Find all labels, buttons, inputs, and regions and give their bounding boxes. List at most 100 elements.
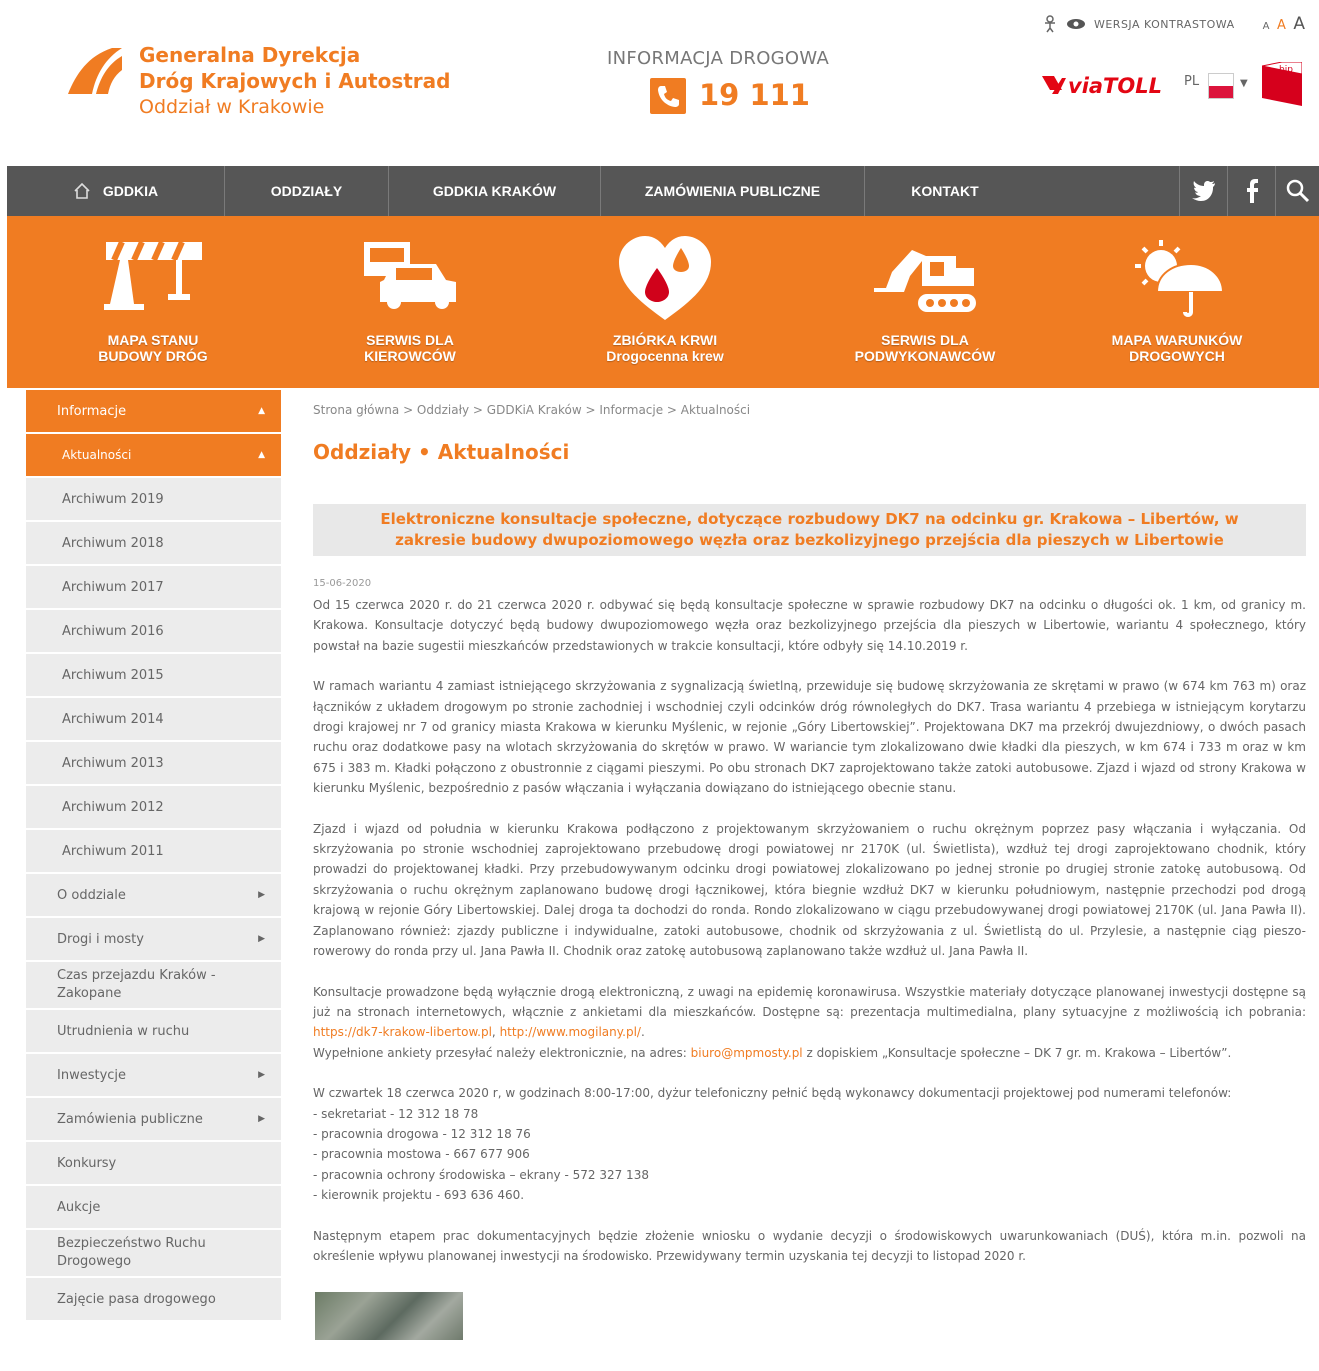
quick-link-mapa-warunkow[interactable]: MAPA WARUNKÓW DROGOWYCH: [1067, 216, 1287, 388]
font-size-small[interactable]: A: [1263, 21, 1270, 32]
quick-link-label: MAPA STANU BUDOWY DRÓG: [98, 332, 208, 364]
sidebar-item-label: Archiwum 2013: [62, 755, 164, 771]
facebook-icon[interactable]: [1227, 166, 1275, 216]
sidebar-item-konkursy[interactable]: Konkursy: [26, 1142, 281, 1186]
sidebar-item-bezpieczenstwo[interactable]: Bezpieczeństwo Ruchu Drogowego: [26, 1230, 281, 1278]
accessibility-icon[interactable]: [1042, 15, 1058, 33]
nav-item-kontakt[interactable]: KONTAKT: [865, 166, 1025, 216]
sidebar-item-zamowienia[interactable]: Zamówienia publiczne ▶: [26, 1098, 281, 1142]
sidebar-item-archiwum-2016[interactable]: Archiwum 2016: [26, 610, 281, 654]
sidebar-item-label: Archiwum 2018: [62, 535, 164, 551]
nav-item-label: GDDKIA KRAKÓW: [432, 183, 557, 199]
road-info-label: INFORMACJA DROGOWA: [607, 48, 830, 69]
org-name[interactable]: Generalna Dyrekcja Dróg Krajowych i Auto…: [139, 42, 450, 120]
sidebar-item-o-oddziale[interactable]: O oddziale ▶: [26, 874, 281, 918]
font-size-switcher: A A A: [1259, 14, 1305, 34]
sidebar-item-label: Archiwum 2015: [62, 667, 164, 683]
viatoll-text: viaTOLL: [1068, 74, 1162, 98]
phone-line: - pracownia mostowa - 667 677 906: [313, 1147, 530, 1162]
home-icon: [74, 182, 90, 199]
font-size-medium[interactable]: A: [1277, 18, 1286, 33]
sidebar-item-archiwum-2013[interactable]: Archiwum 2013: [26, 742, 281, 786]
sidebar-item-aukcje[interactable]: Aukcje: [26, 1186, 281, 1230]
sidebar-item-archiwum-2012[interactable]: Archiwum 2012: [26, 786, 281, 830]
sidebar-item-inwestycje[interactable]: Inwestycje ▶: [26, 1054, 281, 1098]
nav-icons: [1179, 166, 1319, 216]
paragraph: Następnym etapem prac dokumentacyjnych b…: [313, 1228, 1306, 1263]
nav-item-label: ZAMÓWIENIA PUBLICZNE: [644, 183, 821, 199]
sidebar-item-label: Informacje: [57, 403, 127, 419]
nav-item-oddzialy[interactable]: ODDZIAŁY: [225, 166, 389, 216]
sidebar-item-label: Aukcje: [57, 1199, 101, 1215]
article-aerial-image[interactable]: [315, 1292, 463, 1340]
sidebar-item-archiwum-2015[interactable]: Archiwum 2015: [26, 654, 281, 698]
sidebar-item-label: Archiwum 2019: [62, 491, 164, 507]
sidebar-item-label: Aktualności: [62, 448, 132, 462]
excavator-icon: [874, 250, 976, 312]
sidebar-item-label: Zajęcie pasa drogowego: [57, 1291, 216, 1307]
heart-blood-drop-icon: [619, 236, 711, 320]
quick-link-zbiorka-krwi[interactable]: ZBIÓRKA KRWI Drogocenna krew: [555, 216, 775, 388]
caret-right-icon: ▶: [258, 1070, 265, 1080]
quick-link-label: SERWIS DLA KIEROWCÓW: [364, 332, 456, 364]
sidebar-item-label: Zamówienia publiczne: [57, 1111, 203, 1127]
sidebar-item-archiwum-2017[interactable]: Archiwum 2017: [26, 566, 281, 610]
article-title: Elektroniczne konsultacje społeczne, dot…: [380, 510, 1239, 549]
email-link[interactable]: biuro@mpmosty.pl: [691, 1046, 803, 1060]
roadwork-barrier-icon: [104, 240, 202, 310]
sidebar-menu: Informacje ▲ Aktualności ▲ Archiwum 2019 A…: [26, 390, 281, 1322]
polish-flag-icon[interactable]: [1208, 73, 1234, 99]
road-info-number[interactable]: 19 111: [699, 78, 810, 112]
sidebar-item-aktualnosci[interactable]: Aktualności ▲: [26, 434, 281, 478]
page-title: Oddziały • Aktualności: [313, 440, 570, 464]
org-name-line2: Dróg Krajowych i Autostrad: [139, 69, 451, 93]
sidebar-item-label: Archiwum 2014: [62, 711, 164, 727]
accessibility-tools: WERSJA KONTRASTOWA A A A: [1042, 12, 1305, 36]
sidebar-item-label: Czas przejazdu Kraków - Zakopane: [57, 968, 216, 1001]
phone-icon: [650, 78, 686, 114]
bip-text: bip: [1279, 65, 1293, 75]
phone-line: - pracownia ochrony środowiska – ekrany …: [313, 1167, 649, 1182]
sidebar-item-archiwum-2014[interactable]: Archiwum 2014: [26, 698, 281, 742]
quick-link-mapa-stanu-budowy[interactable]: MAPA STANU BUDOWY DRÓG: [43, 216, 263, 388]
sidebar-item-drogi-i-mosty[interactable]: Drogi i mosty ▶: [26, 918, 281, 962]
viatoll-logo[interactable]: viaTOLL: [1040, 70, 1170, 100]
quick-link-serwis-podwykonawcow[interactable]: SERWIS DLA PODWYKONAWCÓW: [815, 216, 1035, 388]
sidebar-item-informacje[interactable]: Informacje ▲: [26, 390, 281, 434]
contrast-version-link[interactable]: WERSJA KONTRASTOWA: [1094, 18, 1235, 31]
language-label[interactable]: PL: [1184, 74, 1199, 89]
nav-item-gddkia[interactable]: GDDKIA: [7, 166, 225, 216]
sidebar-item-archiwum-2019[interactable]: Archiwum 2019: [26, 478, 281, 522]
nav-item-label: GDDKIA: [102, 183, 159, 199]
sidebar-item-utrudnienia[interactable]: Utrudnienia w ruchu: [26, 1010, 281, 1054]
phone-line: - kierownik projektu - 693 636 460.: [313, 1188, 525, 1203]
caret-up-icon: ▲: [258, 406, 265, 416]
nav-item-zamowienia[interactable]: ZAMÓWIENIA PUBLICZNE: [601, 166, 865, 216]
sidebar-item-label: Konkursy: [57, 1155, 117, 1171]
link-mogilany[interactable]: http://www.mogilany.pl/: [500, 1025, 641, 1039]
link-dk7[interactable]: https://dk7-krakow-libertow.pl: [313, 1025, 492, 1039]
bip-logo[interactable]: bip: [1262, 62, 1302, 106]
search-icon[interactable]: [1275, 166, 1319, 216]
road-info: INFORMACJA DROGOWA 19 111: [607, 48, 847, 114]
sidebar-item-archiwum-2011[interactable]: Archiwum 2011: [26, 830, 281, 874]
quick-link-label: ZBIÓRKA KRWI Drogocenna krew: [606, 332, 724, 364]
breadcrumb[interactable]: Strona główna > Oddziały > GDDKiA Kraków…: [313, 403, 750, 417]
sidebar-item-czas-przejazdu[interactable]: Czas przejazdu Kraków - Zakopane: [26, 962, 281, 1010]
sidebar-item-label: Archiwum 2012: [62, 799, 164, 815]
caret-right-icon: ▶: [258, 1114, 265, 1124]
nav-item-gddkia-krakow[interactable]: GDDKIA KRAKÓW: [389, 166, 601, 216]
quick-link-label: SERWIS DLA PODWYKONAWCÓW: [854, 332, 996, 364]
sidebar-item-zajecie-pasa[interactable]: Zajęcie pasa drogowego: [26, 1278, 281, 1322]
contrast-eye-icon[interactable]: [1066, 18, 1086, 30]
chevron-down-icon[interactable]: ▼: [1240, 78, 1248, 89]
quick-link-serwis-kierowcow[interactable]: SERWIS DLA KIEROWCÓW: [300, 216, 520, 388]
sidebar-item-archiwum-2018[interactable]: Archiwum 2018: [26, 522, 281, 566]
paragraph: Od 15 czerwca 2020 r. do 21 czerwca 2020…: [313, 598, 1306, 653]
font-size-large[interactable]: A: [1293, 14, 1305, 34]
quick-links-band: MAPA STANU BUDOWY DRÓG SERWIS DLA KIEROWCÓ…: [7, 216, 1319, 388]
paragraph: Zjazd i wjazd od południa w kierunku Kra…: [313, 821, 1306, 959]
gddkia-logo[interactable]: [66, 44, 124, 96]
twitter-icon[interactable]: [1179, 166, 1227, 216]
sidebar-item-label: Drogi i mosty: [57, 931, 144, 947]
